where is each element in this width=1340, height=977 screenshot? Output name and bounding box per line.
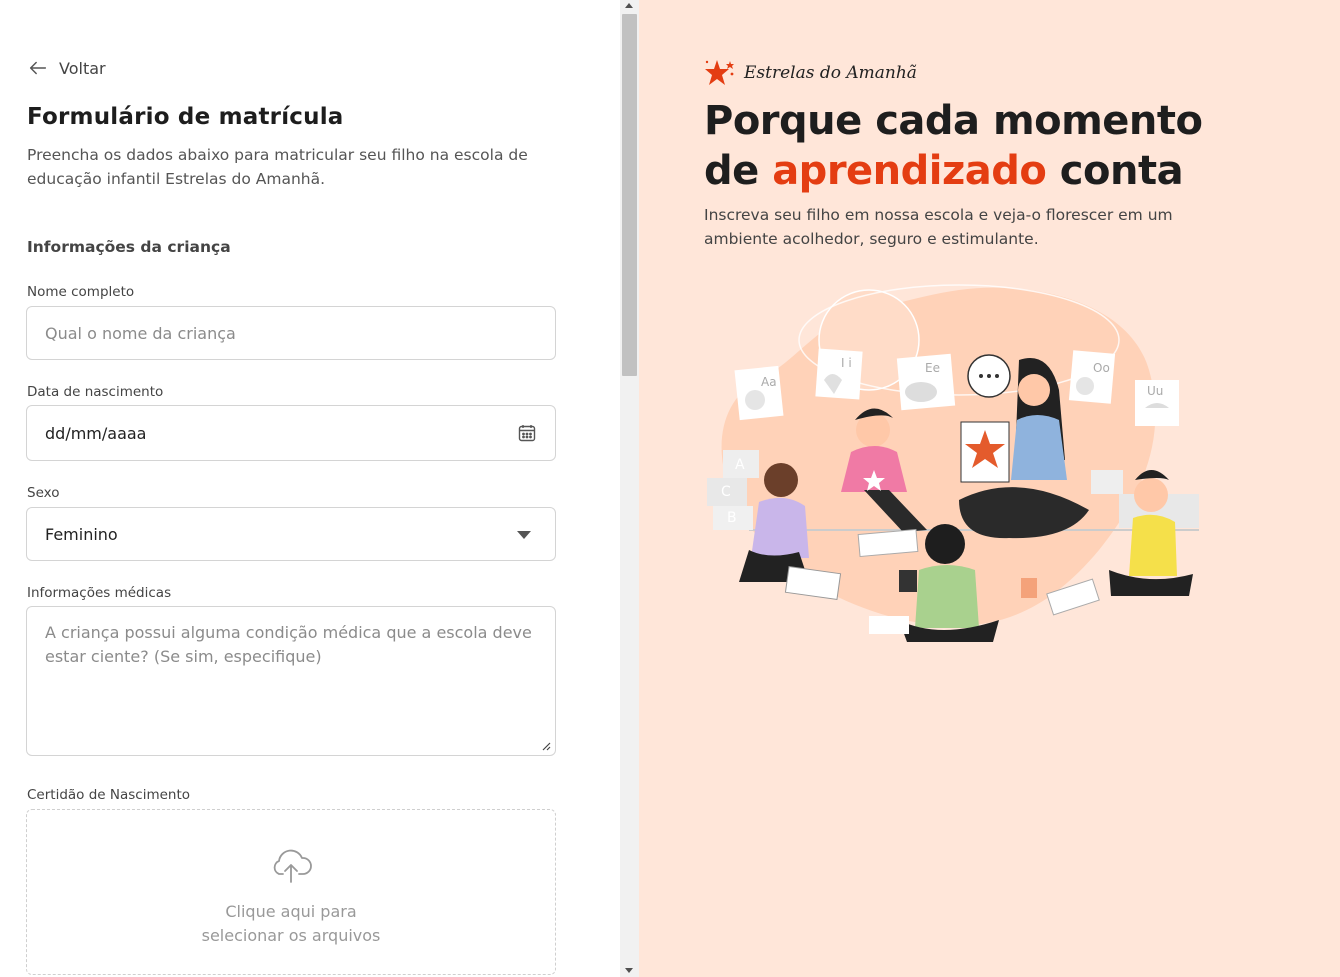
speech-bubble bbox=[967, 354, 1011, 398]
section-title-child-info: Informações da criança bbox=[27, 238, 231, 256]
headline-text-2: conta bbox=[1046, 148, 1184, 194]
arrow-left-icon bbox=[29, 61, 47, 75]
cloud-upload-icon bbox=[273, 849, 312, 883]
back-label: Voltar bbox=[59, 58, 106, 78]
birth-date-value: dd/mm/aaaa bbox=[45, 423, 147, 443]
medical-info-textarea[interactable]: A criança possui alguma condição médica … bbox=[26, 606, 556, 756]
hero-panel: Estrelas do Amanhã Porque cada momento d… bbox=[639, 0, 1340, 977]
resize-handle-icon[interactable] bbox=[541, 741, 551, 751]
alphabet-card-uu: Uu bbox=[1135, 380, 1179, 426]
alphabet-card-aa: Aa bbox=[734, 365, 784, 421]
card-label-ii: I i bbox=[841, 356, 852, 370]
card-label-ee: Ee bbox=[925, 361, 940, 375]
back-link[interactable]: Voltar bbox=[27, 57, 106, 79]
medical-info-label: Informações médicas bbox=[27, 585, 172, 601]
brand-name: Estrelas do Amanhã bbox=[744, 63, 917, 83]
calendar-icon[interactable] bbox=[517, 423, 537, 443]
upload-text-line2: selecionar os arquivos bbox=[201, 926, 381, 945]
page-title: Formulário de matrícula bbox=[27, 104, 344, 130]
block-label-b: B bbox=[727, 510, 737, 526]
scroll-up-arrow-icon[interactable] bbox=[625, 3, 633, 8]
card-label-aa: Aa bbox=[761, 375, 777, 389]
page-subtitle: Preencha os dados abaixo para matricular… bbox=[27, 146, 528, 188]
upload-text-line1: Clique aqui para bbox=[225, 902, 357, 921]
scrollbar-thumb[interactable] bbox=[622, 14, 637, 376]
form-scrollbar[interactable] bbox=[620, 0, 639, 977]
birth-certificate-label: Certidão de Nascimento bbox=[27, 787, 191, 803]
headline-accent: aprendizado bbox=[772, 148, 1047, 194]
brand-logo: Estrelas do Amanhã bbox=[704, 58, 917, 88]
birth-date-label: Data de nascimento bbox=[27, 384, 164, 400]
medical-info-placeholder: A criança possui alguma condição médica … bbox=[45, 623, 532, 666]
alphabet-card-ee: Ee bbox=[896, 353, 956, 411]
alphabet-card-ii: I i bbox=[815, 348, 863, 400]
block-label-c: C bbox=[721, 484, 731, 500]
scroll-down-arrow-icon[interactable] bbox=[625, 968, 633, 973]
birth-date-input[interactable]: dd/mm/aaaa bbox=[26, 405, 556, 461]
sex-select[interactable]: Feminino bbox=[26, 507, 556, 561]
sex-selected-value: Feminino bbox=[45, 524, 118, 544]
name-placeholder: Qual o nome da criança bbox=[45, 323, 236, 343]
star-icon bbox=[705, 60, 734, 85]
classroom-illustration: Aa I i Ee Oo Uu A C B bbox=[707, 284, 1199, 642]
name-input[interactable]: Qual o nome da criança bbox=[26, 306, 556, 360]
card-label-oo: Oo bbox=[1093, 361, 1110, 375]
hero-headline: Porque cada momento de aprendizado conta bbox=[704, 96, 1264, 196]
birth-certificate-upload[interactable]: Clique aqui para selecionar os arquivos bbox=[26, 809, 556, 975]
sex-label: Sexo bbox=[27, 485, 60, 501]
enrollment-form-panel: Voltar Formulário de matrícula Preencha … bbox=[0, 0, 620, 977]
hero-lead: Inscreva seu filho em nossa escola e vej… bbox=[704, 206, 1173, 248]
alphabet-card-oo: Oo bbox=[1068, 350, 1116, 404]
block-label-a: A bbox=[735, 457, 745, 473]
name-label: Nome completo bbox=[27, 284, 135, 300]
card-label-uu: Uu bbox=[1147, 384, 1163, 398]
caret-down-icon bbox=[517, 531, 531, 539]
